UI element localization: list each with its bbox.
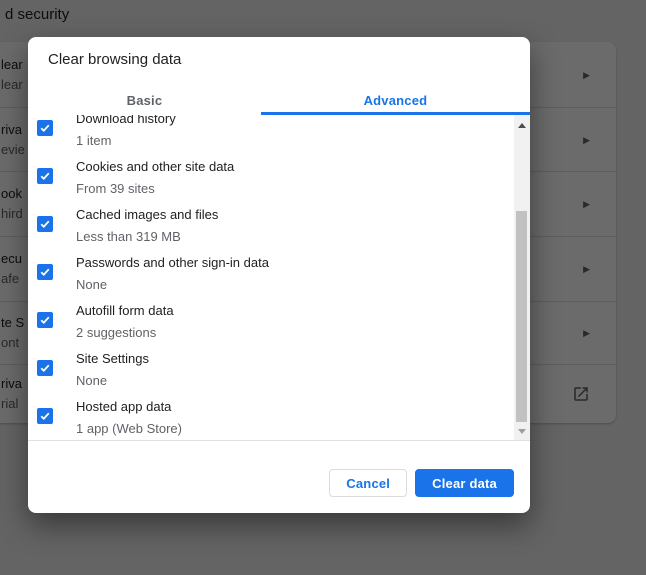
item-label: Download history xyxy=(76,115,176,126)
checkbox-checked[interactable] xyxy=(37,216,53,232)
check-icon xyxy=(39,218,51,230)
item-detail: From 39 sites xyxy=(76,181,155,196)
scroll-up-arrow-icon[interactable] xyxy=(518,123,526,128)
item-detail: Less than 319 MB xyxy=(76,229,181,244)
checkbox-checked[interactable] xyxy=(37,360,53,376)
checkbox-checked[interactable] xyxy=(37,168,53,184)
screen: d security lear lear ▶ riva evie ▶ ook h… xyxy=(0,0,646,575)
list-item-autofill[interactable]: Autofill form data 2 suggestions xyxy=(28,299,530,347)
scroll-down-arrow-icon[interactable] xyxy=(518,429,526,434)
checkbox-checked[interactable] xyxy=(37,120,53,136)
scrollbar[interactable] xyxy=(514,115,530,440)
item-label: Hosted app data xyxy=(76,399,171,414)
list-item-download-history[interactable]: Download history 1 item xyxy=(28,115,530,155)
tab-basic-label: Basic xyxy=(127,93,163,108)
check-icon xyxy=(39,266,51,278)
item-label: Passwords and other sign-in data xyxy=(76,255,269,270)
clear-browsing-data-dialog: Clear browsing data Basic Advanced Downl… xyxy=(28,37,530,513)
list-item-cookies[interactable]: Cookies and other site data From 39 site… xyxy=(28,155,530,203)
check-icon xyxy=(39,122,51,134)
tab-advanced[interactable]: Advanced xyxy=(261,86,530,115)
check-icon xyxy=(39,410,51,422)
check-icon xyxy=(39,170,51,182)
item-label: Cached images and files xyxy=(76,207,218,222)
scrollbar-thumb[interactable] xyxy=(516,211,527,422)
tab-basic[interactable]: Basic xyxy=(28,86,261,115)
dialog-title: Clear browsing data xyxy=(48,51,181,68)
item-detail: 2 suggestions xyxy=(76,325,156,340)
item-detail: None xyxy=(76,373,107,388)
dialog-footer: Cancel Clear data xyxy=(28,440,530,513)
list-item-site-settings[interactable]: Site Settings None xyxy=(28,347,530,395)
list-item-passwords[interactable]: Passwords and other sign-in data None xyxy=(28,251,530,299)
tab-bar: Basic Advanced xyxy=(28,86,530,115)
item-label: Autofill form data xyxy=(76,303,174,318)
checkbox-checked[interactable] xyxy=(37,312,53,328)
checkbox-checked[interactable] xyxy=(37,408,53,424)
item-detail: 1 app (Web Store) xyxy=(76,421,182,436)
list-item-hosted-app-data[interactable]: Hosted app data 1 app (Web Store) xyxy=(28,395,530,440)
tab-advanced-label: Advanced xyxy=(364,93,428,108)
item-detail: None xyxy=(76,277,107,292)
item-label: Cookies and other site data xyxy=(76,159,234,174)
check-icon xyxy=(39,314,51,326)
check-icon xyxy=(39,362,51,374)
checkbox-checked[interactable] xyxy=(37,264,53,280)
list-item-cached-images[interactable]: Cached images and files Less than 319 MB xyxy=(28,203,530,251)
data-types-list-viewport: Download history 1 item Cookies and othe… xyxy=(28,115,530,440)
cancel-button[interactable]: Cancel xyxy=(329,469,407,497)
item-detail: 1 item xyxy=(76,133,111,148)
data-types-list: Download history 1 item Cookies and othe… xyxy=(28,115,530,440)
clear-data-button[interactable]: Clear data xyxy=(415,469,514,497)
item-label: Site Settings xyxy=(76,351,149,366)
